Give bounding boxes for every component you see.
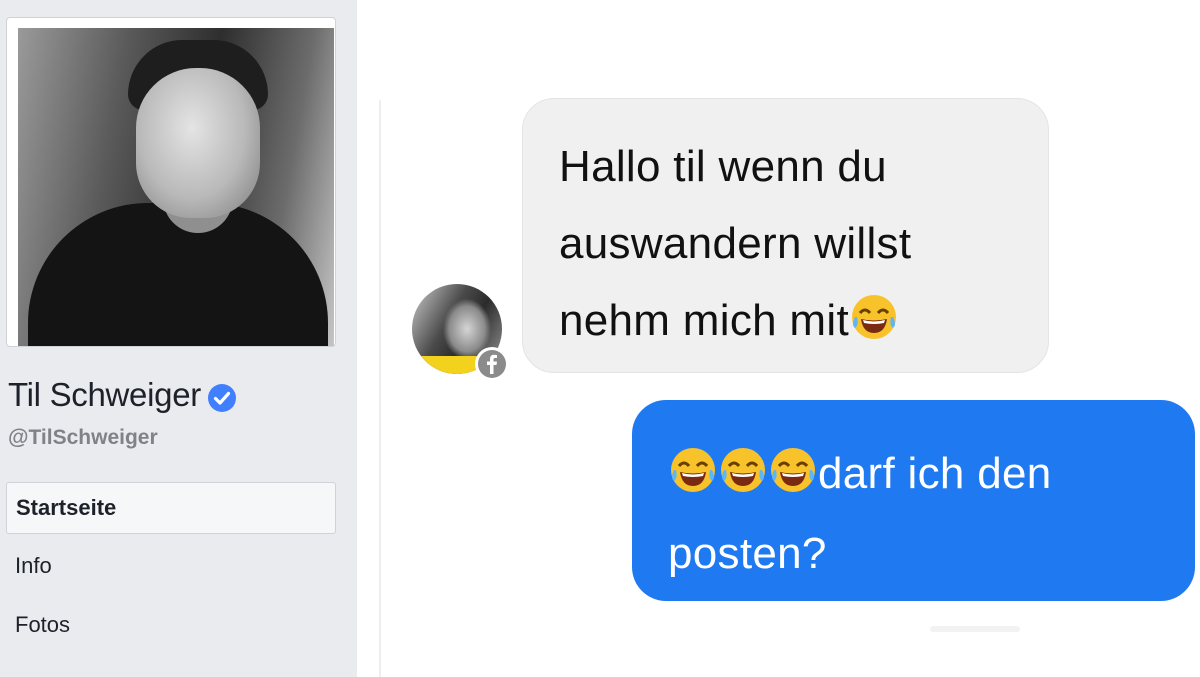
page-name[interactable]: Til Schweiger xyxy=(8,376,201,414)
chat-divider xyxy=(379,100,381,677)
profile-photo[interactable] xyxy=(18,28,334,346)
incoming-message-line: auswandern willst xyxy=(559,219,912,268)
incoming-message-bubble[interactable]: Hallo til wenn du auswandern willst nehm… xyxy=(522,98,1049,373)
outgoing-message-line: darf ich den xyxy=(668,434,1175,514)
tears-of-joy-emoji-icon xyxy=(771,448,815,492)
tears-of-joy-emoji-icon xyxy=(671,448,715,492)
scroll-hint xyxy=(930,626,1020,632)
facebook-badge-icon xyxy=(475,347,509,381)
outgoing-message-bubble[interactable]: darf ich den posten? xyxy=(632,400,1195,601)
page-handle: @TilSchweiger xyxy=(8,426,158,449)
incoming-message-line: Hallo til wenn du xyxy=(559,142,887,191)
nav-item-startseite[interactable]: Startseite xyxy=(6,482,336,534)
outgoing-message-line: posten? xyxy=(668,529,827,578)
tears-of-joy-emoji-icon xyxy=(851,295,896,339)
nav-item-fotos[interactable]: Fotos xyxy=(6,600,336,652)
page-name-row: Til Schweiger xyxy=(8,376,237,414)
nav-item-info[interactable]: Info xyxy=(6,541,336,593)
tears-of-joy-emoji-icon xyxy=(721,448,765,492)
profile-photo-frame[interactable] xyxy=(6,17,336,347)
page-sidebar: Til Schweiger @TilSchweiger Startseite I… xyxy=(0,0,358,677)
verified-badge-icon xyxy=(207,384,236,412)
incoming-message-line: nehm mich mit xyxy=(559,282,1018,359)
